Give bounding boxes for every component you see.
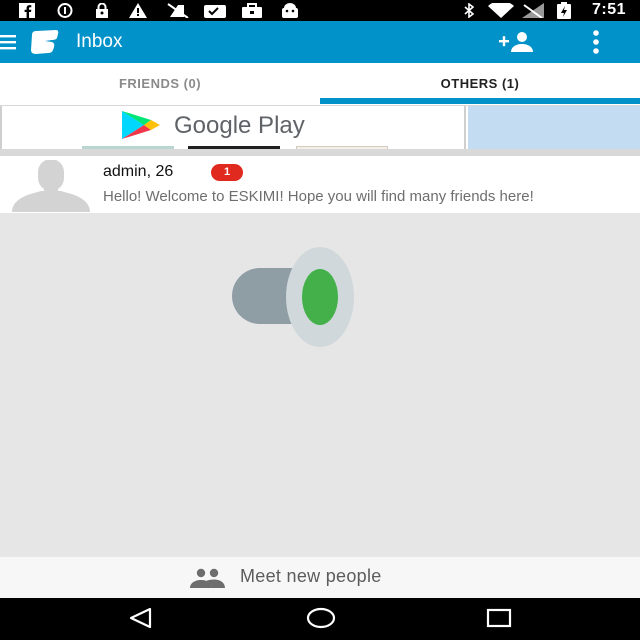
meet-new-people-label: Meet new people (240, 566, 382, 586)
no-sim-icon (167, 3, 189, 18)
app-bar: Inbox (0, 21, 640, 63)
eskimi-logo-icon (31, 30, 59, 54)
android-icon (282, 3, 298, 18)
conversation-item[interactable]: admin, 26 1 Hello! Welcome to ESKIMI! Ho… (0, 156, 640, 213)
ad-image-panel[interactable] (468, 106, 640, 149)
ad-banner[interactable]: Google Play (0, 105, 640, 149)
google-play-icon (122, 111, 160, 139)
tab-friends[interactable]: FRIENDS (0) (0, 63, 320, 105)
people-icon (190, 568, 225, 588)
inbox-tabs: FRIENDS (0) OTHERS (1) (0, 63, 640, 105)
signal-icon (522, 3, 544, 18)
menu-icon[interactable] (0, 34, 18, 50)
ad-creative[interactable]: Google Play (0, 106, 466, 149)
add-friend-icon[interactable] (498, 30, 536, 54)
recent-apps-icon[interactable] (486, 607, 512, 629)
selected-tab-indicator (320, 98, 640, 104)
warning-icon (129, 3, 147, 18)
clock-time: 7:51 (591, 1, 626, 18)
meet-new-people-button[interactable]: Meet new people (0, 557, 640, 598)
battery-charging-icon (557, 2, 571, 19)
briefcase-icon (242, 3, 262, 18)
ad-brand-text: Google Play (174, 112, 305, 139)
message-preview: Hello! Welcome to ESKIMI! Hope you will … (103, 188, 534, 205)
more-options-icon[interactable] (588, 30, 604, 54)
bluetooth-icon (464, 3, 475, 18)
default-avatar-icon (12, 160, 90, 212)
page-title: Inbox (76, 31, 123, 52)
system-nav-bar (0, 598, 640, 640)
loading-spinner-icon (232, 247, 354, 347)
status-bar: 7:51 (0, 0, 640, 21)
checklist-icon (204, 5, 226, 18)
sender-name: admin, 26 (103, 163, 174, 180)
circle-icon (57, 3, 73, 18)
wifi-icon (488, 3, 514, 18)
facebook-icon (19, 3, 35, 18)
divider (0, 149, 640, 156)
unread-count-badge: 1 (211, 164, 243, 181)
back-icon[interactable] (128, 607, 154, 629)
inbox-screen: 7:51 Inbox FRIENDS (0) OTHERS (1) Google… (0, 0, 640, 640)
home-icon[interactable] (306, 607, 336, 629)
lock-icon (96, 3, 108, 18)
